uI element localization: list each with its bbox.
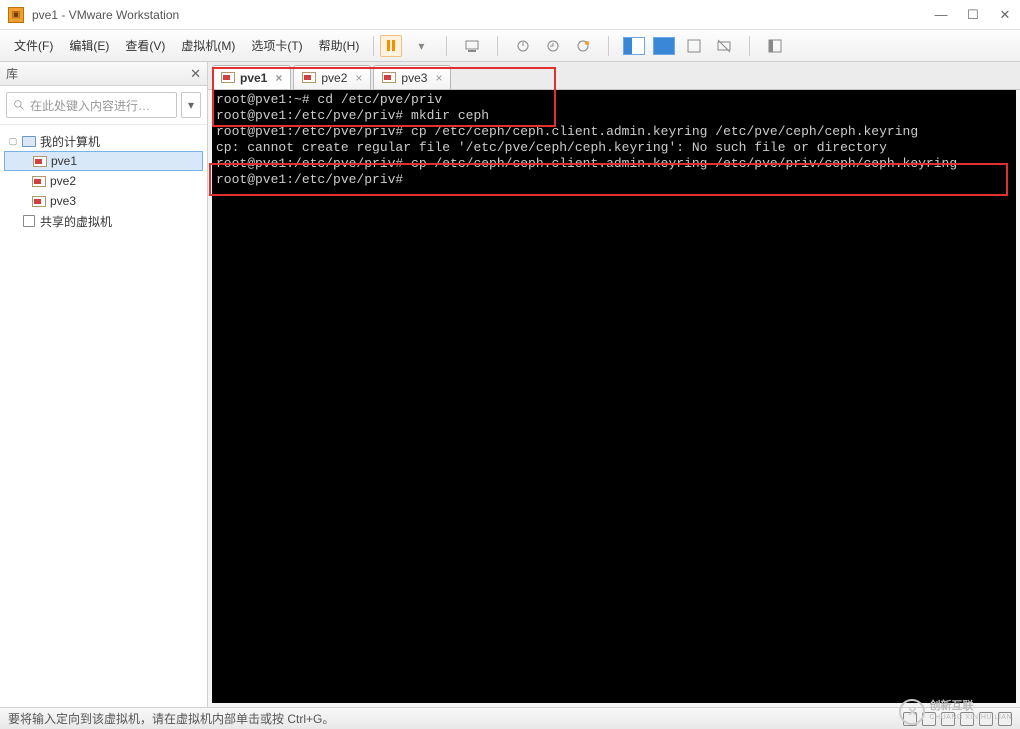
tab-close-button[interactable]: × (355, 71, 362, 85)
share-icon (22, 214, 36, 228)
terminal-line: root@pve1:/etc/pve/priv# mkdir ceph (216, 108, 489, 123)
vm-tree: ▢ 我的计算机 pve1 pve2 pve3 共享的虚拟机 (0, 125, 207, 237)
content-area: pve1 × pve2 × pve3 × root@pve1:~# cd /et… (208, 62, 1020, 707)
tab-label: pve1 (240, 71, 267, 85)
tree-item-pve3[interactable]: pve3 (4, 191, 203, 211)
separator (497, 36, 498, 56)
expand-icon[interactable]: ▢ (8, 136, 18, 147)
tab-pve3[interactable]: pve3 × (373, 65, 451, 89)
view-fullscreen-button[interactable] (653, 37, 675, 55)
window-titlebar: ▣ pve1 - VMware Workstation — ☐ ✕ (0, 0, 1020, 30)
tree-item-label: pve2 (50, 174, 76, 188)
menu-tabs[interactable]: 选项卡(T) (243, 33, 310, 58)
separator (608, 36, 609, 56)
snapshot-revert-button[interactable] (542, 35, 564, 57)
terminal-line: root@pve1:/etc/pve/priv# cp /etc/ceph/ce… (216, 156, 957, 171)
snapshot-manager-button[interactable] (572, 35, 594, 57)
tab-close-button[interactable]: × (435, 71, 442, 85)
tab-label: pve2 (321, 71, 347, 85)
status-text: 要将输入定向到该虚拟机，请在虚拟机内部单击或按 Ctrl+G。 (8, 710, 334, 727)
view-unity-button[interactable] (683, 35, 705, 57)
tab-close-button[interactable]: × (275, 71, 282, 85)
menu-help[interactable]: 帮助(H) (311, 33, 368, 58)
vm-icon (32, 174, 46, 188)
terminal-line: cp: cannot create regular file '/etc/pve… (216, 140, 887, 155)
vm-icon (32, 194, 46, 208)
snapshot-button[interactable] (512, 35, 534, 57)
terminal-line: root@pve1:/etc/pve/priv# (216, 172, 411, 187)
menu-file[interactable]: 文件(F) (6, 33, 61, 58)
vm-tabs: pve1 × pve2 × pve3 × (208, 62, 1020, 90)
menu-view[interactable]: 查看(V) (117, 33, 173, 58)
search-input[interactable]: 在此处键入内容进行… (6, 92, 177, 118)
terminal[interactable]: root@pve1:~# cd /etc/pve/priv root@pve1:… (212, 90, 1016, 703)
search-dropdown[interactable]: ▾ (181, 92, 201, 118)
minimize-button[interactable]: — (934, 7, 948, 22)
watermark-sub: CHUANG XIN HU LIAN (929, 712, 1012, 723)
menubar: 文件(F) 编辑(E) 查看(V) 虚拟机(M) 选项卡(T) 帮助(H) ▾ (0, 30, 1020, 62)
window-title: pve1 - VMware Workstation (32, 8, 934, 22)
separator (446, 36, 447, 56)
terminal-line: root@pve1:~# cd /etc/pve/priv (216, 92, 442, 107)
sidebar-header: 库 ✕ (0, 62, 207, 86)
menu-edit[interactable]: 编辑(E) (61, 33, 117, 58)
sidebar-close-button[interactable]: ✕ (190, 66, 201, 82)
send-ctrl-alt-del-button[interactable] (461, 35, 483, 57)
vm-icon (221, 71, 235, 85)
tree-shared-label: 共享的虚拟机 (40, 213, 112, 230)
terminal-line: root@pve1:/etc/pve/priv# cp /etc/ceph/ce… (216, 124, 918, 139)
tree-my-computer[interactable]: ▢ 我的计算机 (4, 131, 203, 151)
maximize-button[interactable]: ☐ (966, 7, 980, 23)
app-icon: ▣ (8, 7, 24, 23)
separator (749, 36, 750, 56)
watermark-brand: 创新互联 (929, 701, 1012, 712)
watermark-logo-icon: ✕ (899, 699, 925, 725)
view-console-button[interactable] (623, 37, 645, 55)
tree-item-pve1[interactable]: pve1 (4, 151, 203, 171)
tab-label: pve3 (401, 71, 427, 85)
tab-pve1[interactable]: pve1 × (212, 65, 291, 89)
sidebar: 库 ✕ 在此处键入内容进行… ▾ ▢ 我的计算机 pve1 pve2 (0, 62, 208, 707)
separator (373, 36, 374, 56)
sidebar-title: 库 (6, 65, 18, 82)
tree-item-label: pve1 (51, 154, 77, 168)
menu-vm[interactable]: 虚拟机(M) (173, 33, 243, 58)
vm-icon (33, 154, 47, 168)
tree-root-label: 我的计算机 (40, 133, 100, 150)
tree-item-label: pve3 (50, 194, 76, 208)
pause-button[interactable] (380, 35, 402, 57)
library-button[interactable] (764, 35, 786, 57)
tree-shared-vms[interactable]: 共享的虚拟机 (4, 211, 203, 231)
search-icon (13, 99, 26, 112)
statusbar: 要将输入定向到该虚拟机，请在虚拟机内部单击或按 Ctrl+G。 (0, 707, 1020, 729)
view-stretch-button[interactable] (713, 35, 735, 57)
tree-item-pve2[interactable]: pve2 (4, 171, 203, 191)
watermark: ✕ 创新互联 CHUANG XIN HU LIAN (899, 699, 1012, 725)
tab-pve2[interactable]: pve2 × (293, 65, 371, 89)
search-placeholder: 在此处键入内容进行… (30, 97, 150, 114)
close-button[interactable]: ✕ (998, 7, 1012, 23)
vm-icon (302, 71, 316, 85)
vm-icon (382, 71, 396, 85)
computer-icon (22, 134, 36, 148)
pause-dropdown[interactable]: ▾ (410, 35, 432, 57)
